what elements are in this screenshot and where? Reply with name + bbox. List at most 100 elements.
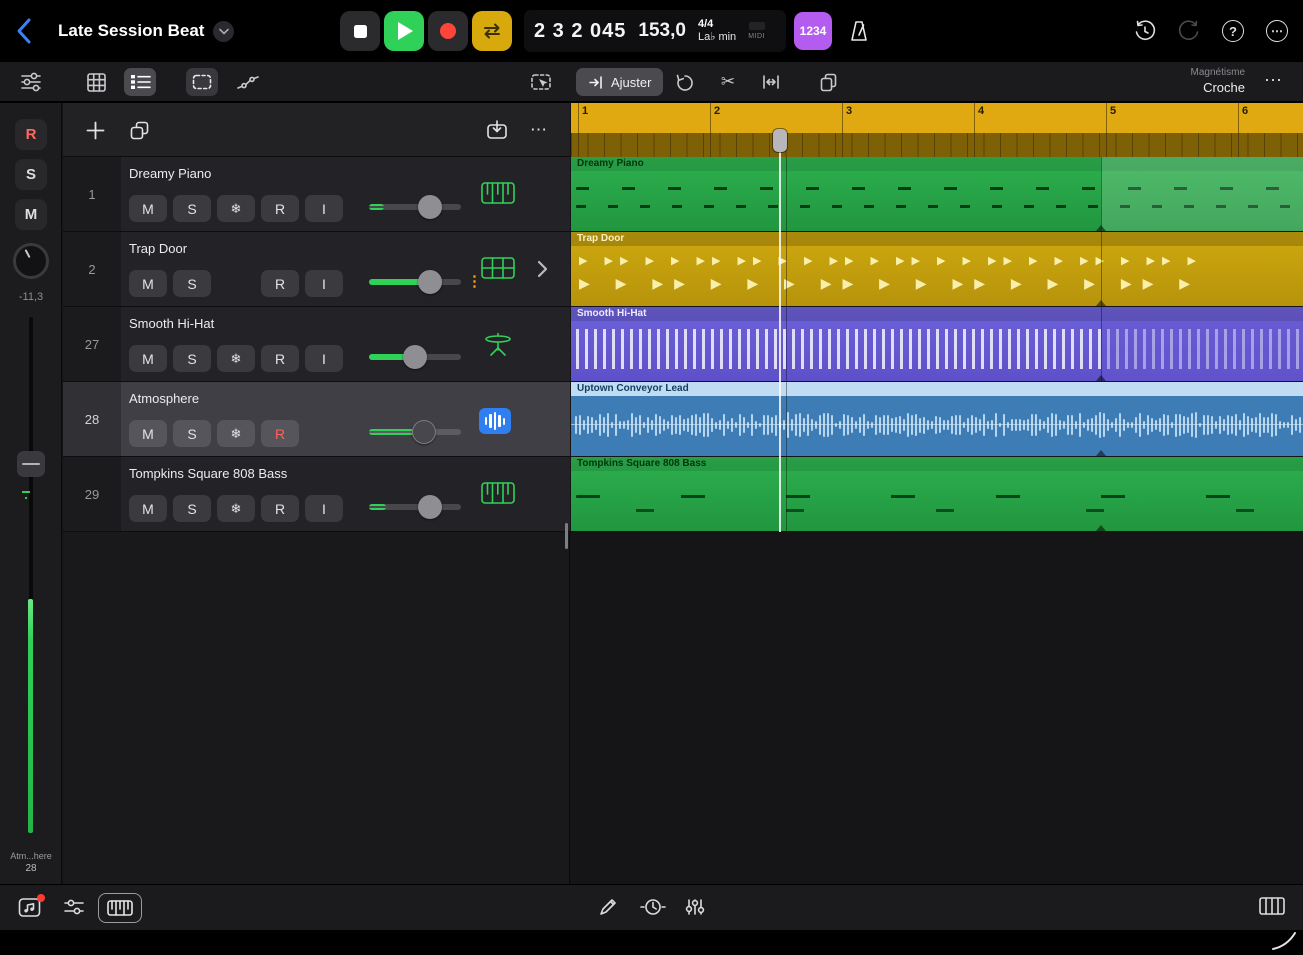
input-monitor-button[interactable]: I — [305, 270, 343, 297]
duplicate-track-button[interactable] — [125, 117, 153, 143]
time-quantize-button[interactable] — [640, 897, 666, 917]
loop-tool-button[interactable] — [670, 68, 702, 96]
more-button[interactable]: ⋯ — [1265, 19, 1289, 43]
cycle-button[interactable] — [472, 11, 512, 51]
instrument-drum-machine-icon[interactable] — [481, 256, 515, 280]
toolbar-more-button[interactable]: ⋯ — [1264, 70, 1283, 91]
track-header-trap-door[interactable]: 2 Trap Door M S R I ⋮ — [63, 232, 570, 307]
instrument-piano-icon[interactable] — [481, 481, 515, 505]
select-regions-button[interactable] — [525, 68, 557, 96]
volume-slider[interactable] — [369, 204, 461, 210]
volume-slider[interactable] — [369, 354, 461, 360]
help-button[interactable]: ? — [1221, 19, 1245, 43]
rail-mute-button[interactable]: M — [15, 199, 47, 230]
region-trap-door[interactable]: Trap Door — [571, 232, 1303, 306]
headers-scrollbar[interactable] — [565, 523, 568, 549]
record-enable-button[interactable]: R — [261, 345, 299, 372]
magnetism-value: Croche — [1191, 80, 1245, 96]
browser-button[interactable] — [18, 897, 42, 918]
volume-knob[interactable] — [412, 420, 436, 444]
volume-slider[interactable] — [369, 429, 461, 435]
mute-button[interactable]: M — [129, 195, 167, 222]
track-header-tompkins-808-bass[interactable]: 29 Tompkins Square 808 Bass M S ❄ R I — [63, 457, 570, 532]
record-enable-button[interactable]: R — [261, 195, 299, 222]
input-monitor-button[interactable]: I — [305, 195, 343, 222]
record-enable-button[interactable]: R — [261, 495, 299, 522]
mute-button[interactable]: M — [129, 270, 167, 297]
copy-regions-button[interactable] — [812, 68, 844, 96]
title-dropdown-button[interactable] — [213, 21, 234, 42]
editor-pencil-button[interactable] — [598, 897, 618, 917]
track-name: Trap Door — [129, 241, 187, 256]
rail-record-enable-button[interactable]: R — [15, 119, 47, 150]
play-button[interactable] — [384, 11, 424, 51]
input-monitor-button[interactable]: I — [305, 495, 343, 522]
import-to-track-button[interactable] — [483, 117, 511, 143]
tracks-view-button[interactable] — [124, 68, 156, 96]
mute-button[interactable]: M — [129, 420, 167, 447]
mute-button[interactable]: M — [129, 345, 167, 372]
track-headers-column: ⋯ 1 Dreamy Piano M S ❄ R I — [63, 103, 570, 884]
add-track-button[interactable] — [81, 117, 109, 143]
track-headers-more-button[interactable]: ⋯ — [525, 117, 553, 143]
track-header-smooth-hi-hat[interactable]: 27 Smooth Hi-Hat M S ❄ R I — [63, 307, 570, 382]
stop-button[interactable] — [340, 11, 380, 51]
volume-knob[interactable] — [418, 495, 442, 519]
count-in-button[interactable]: 1234 — [794, 12, 832, 50]
solo-button[interactable]: S — [173, 270, 211, 297]
marquee-tool-button[interactable] — [186, 68, 218, 96]
mute-button[interactable]: M — [129, 495, 167, 522]
volume-fader-handle[interactable] — [17, 451, 45, 477]
trim-tool-button[interactable] — [755, 68, 787, 96]
solo-button[interactable]: S — [173, 195, 211, 222]
project-title-menu[interactable]: Late Session Beat — [58, 0, 234, 62]
bar-ruler[interactable]: 1 2 3 4 5 6 — [571, 103, 1303, 157]
record-enable-button[interactable]: R — [261, 420, 299, 447]
track-header-atmosphere[interactable]: 28 Atmosphere M S ❄ R — [63, 382, 570, 457]
redo-button[interactable] — [1177, 19, 1201, 43]
piano-keys-button[interactable] — [1259, 897, 1285, 915]
solo-button[interactable]: S — [173, 345, 211, 372]
instrument-hi-hat-icon[interactable] — [481, 331, 515, 357]
track-stack-chevron[interactable] — [537, 260, 548, 278]
volume-knob[interactable] — [418, 270, 442, 294]
volume-knob[interactable] — [403, 345, 427, 369]
play-surface-keyboard-button[interactable] — [98, 893, 142, 923]
solo-button[interactable]: S — [173, 420, 211, 447]
record-button[interactable] — [428, 11, 468, 51]
history-button[interactable] — [1133, 19, 1157, 43]
region-uptown-conveyor-lead[interactable]: Uptown Conveyor Lead — [571, 382, 1303, 456]
audio-waveform-button[interactable] — [479, 408, 511, 434]
instrument-piano-icon[interactable] — [481, 181, 515, 205]
freeze-button[interactable]: ❄ — [217, 345, 255, 372]
library-sidebar-button[interactable] — [15, 68, 47, 96]
grid-view-button[interactable] — [80, 68, 112, 96]
input-monitor-button[interactable]: I — [305, 345, 343, 372]
magnetism-setting[interactable]: Magnétisme Croche — [1191, 67, 1245, 96]
track-header-dreamy-piano[interactable]: 1 Dreamy Piano M S ❄ R I — [63, 157, 570, 232]
region-tompkins-808-bass[interactable]: Tompkins Square 808 Bass — [571, 457, 1303, 531]
region-smooth-hi-hat[interactable]: Smooth Hi-Hat — [571, 307, 1303, 381]
lcd-display[interactable]: 2 3 2 045 153,0 4/4 La♭ min MIDI — [524, 10, 786, 52]
snap-adjust-button[interactable]: Ajuster — [576, 68, 663, 96]
rail-solo-button[interactable]: S — [15, 159, 47, 190]
freeze-button[interactable]: ❄ — [217, 195, 255, 222]
solo-button[interactable]: S — [173, 495, 211, 522]
pan-knob[interactable] — [13, 243, 49, 279]
split-tool-button[interactable]: ✂ — [712, 68, 744, 96]
freeze-button[interactable]: ❄ — [217, 420, 255, 447]
plugins-button[interactable] — [684, 897, 706, 917]
region-boundary — [786, 157, 787, 231]
volume-slider[interactable] — [369, 504, 461, 510]
mixer-button[interactable] — [62, 897, 86, 917]
automation-button[interactable] — [232, 68, 264, 96]
transport-controls — [340, 11, 512, 51]
playhead-handle[interactable] — [773, 129, 787, 152]
volume-slider[interactable] — [369, 279, 461, 285]
volume-knob[interactable] — [418, 195, 442, 219]
region-dreamy-piano[interactable]: Dreamy Piano — [571, 157, 1303, 231]
freeze-button[interactable]: ❄ — [217, 495, 255, 522]
record-enable-button[interactable]: R — [261, 270, 299, 297]
metronome-button[interactable] — [840, 12, 878, 50]
back-button[interactable] — [14, 17, 40, 45]
